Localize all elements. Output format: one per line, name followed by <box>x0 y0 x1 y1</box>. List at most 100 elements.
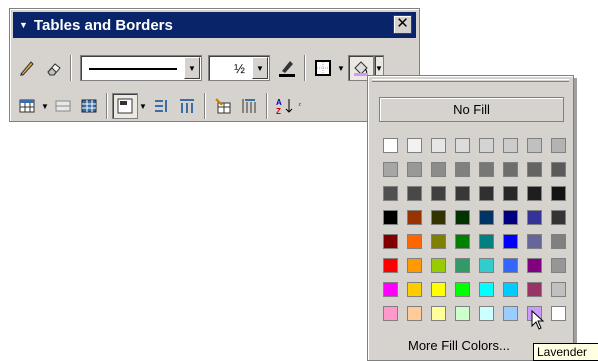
toolbar-separator <box>204 93 206 119</box>
color-swatch[interactable] <box>402 205 426 229</box>
color-swatch[interactable] <box>522 253 546 277</box>
color-swatch[interactable] <box>426 205 450 229</box>
color-swatch[interactable] <box>546 253 570 277</box>
color-swatch[interactable] <box>426 277 450 301</box>
color-swatch[interactable] <box>522 229 546 253</box>
color-swatch[interactable] <box>474 133 498 157</box>
color-swatch[interactable] <box>402 157 426 181</box>
distribute-rows-button[interactable] <box>148 93 174 119</box>
color-swatch-fill <box>454 137 470 153</box>
line-weight-dropdown-arrow-icon[interactable]: ▼ <box>252 57 268 79</box>
line-style-combo[interactable]: ▼ <box>80 55 202 81</box>
color-swatch[interactable] <box>450 277 474 301</box>
insert-table-button[interactable] <box>14 93 40 119</box>
color-swatch-fill <box>406 137 422 153</box>
color-swatch[interactable] <box>522 205 546 229</box>
color-swatch[interactable] <box>402 181 426 205</box>
color-swatch[interactable] <box>378 157 402 181</box>
color-swatch[interactable] <box>522 277 546 301</box>
eraser-button[interactable] <box>40 55 66 81</box>
color-swatch-fill <box>502 257 518 273</box>
color-swatch[interactable] <box>450 157 474 181</box>
color-swatch[interactable] <box>450 205 474 229</box>
more-fill-colors-button[interactable]: More Fill Colors... <box>408 338 510 353</box>
color-swatch[interactable] <box>402 301 426 325</box>
color-swatch[interactable] <box>522 157 546 181</box>
sort-ascending-button[interactable]: AZ <box>272 93 298 119</box>
color-swatch[interactable] <box>378 229 402 253</box>
color-swatch[interactable] <box>378 205 402 229</box>
color-swatch[interactable] <box>402 229 426 253</box>
color-swatch[interactable] <box>498 181 522 205</box>
color-swatch[interactable] <box>546 157 570 181</box>
draw-table-button[interactable] <box>14 55 40 81</box>
palette-drag-grip[interactable] <box>372 79 569 82</box>
color-swatch[interactable] <box>498 277 522 301</box>
autofit-button[interactable] <box>236 93 262 119</box>
toolbar-options-arrow-icon[interactable]: ▼ <box>19 20 28 30</box>
insert-table-dropdown-arrow-icon[interactable]: ▼ <box>40 102 50 111</box>
outside-border-button[interactable] <box>310 55 336 81</box>
color-swatch[interactable] <box>546 277 570 301</box>
color-swatch[interactable] <box>498 301 522 325</box>
color-swatch[interactable] <box>426 253 450 277</box>
color-swatch[interactable] <box>426 133 450 157</box>
color-swatch-fill <box>382 161 398 177</box>
align-button[interactable] <box>112 93 138 119</box>
color-swatch[interactable] <box>426 181 450 205</box>
color-swatch[interactable] <box>378 277 402 301</box>
color-swatch[interactable] <box>450 133 474 157</box>
color-swatch[interactable] <box>546 133 570 157</box>
color-swatch[interactable] <box>378 301 402 325</box>
toolbar-titlebar[interactable]: ▼ Tables and Borders ✕ <box>13 12 416 38</box>
table-autoformat-button[interactable] <box>210 93 236 119</box>
border-color-button[interactable] <box>274 55 300 81</box>
color-swatch[interactable] <box>498 229 522 253</box>
color-swatch[interactable] <box>450 181 474 205</box>
color-swatch[interactable] <box>474 157 498 181</box>
distribute-columns-button[interactable] <box>174 93 200 119</box>
color-swatch[interactable] <box>498 157 522 181</box>
line-style-dropdown-arrow-icon[interactable]: ▼ <box>184 57 200 79</box>
color-swatch[interactable] <box>378 133 402 157</box>
color-swatch[interactable] <box>450 229 474 253</box>
color-swatch[interactable] <box>450 301 474 325</box>
color-swatch[interactable] <box>498 205 522 229</box>
color-swatch-fill <box>382 185 398 201</box>
color-swatch[interactable] <box>474 253 498 277</box>
color-swatch[interactable] <box>378 253 402 277</box>
color-swatch[interactable] <box>498 253 522 277</box>
color-swatch[interactable] <box>498 133 522 157</box>
no-fill-button[interactable]: No Fill <box>379 97 564 122</box>
sort-descending-button[interactable]: Z <box>298 93 308 119</box>
color-swatch[interactable] <box>522 133 546 157</box>
color-swatch-fill <box>526 137 542 153</box>
merge-cells-button[interactable] <box>50 93 76 119</box>
color-swatch-fill <box>406 281 422 297</box>
color-swatch[interactable] <box>426 229 450 253</box>
align-dropdown-arrow-icon[interactable]: ▼ <box>138 102 148 111</box>
line-weight-combo[interactable]: ½ ▼ <box>208 55 270 81</box>
color-swatch[interactable] <box>426 157 450 181</box>
color-swatch[interactable] <box>474 229 498 253</box>
border-dropdown-arrow-icon[interactable]: ▼ <box>336 64 346 73</box>
color-swatch[interactable] <box>474 277 498 301</box>
color-swatch[interactable] <box>546 181 570 205</box>
color-swatch[interactable] <box>474 205 498 229</box>
color-swatch-fill <box>430 137 446 153</box>
color-swatch[interactable] <box>546 229 570 253</box>
close-button[interactable]: ✕ <box>393 15 412 34</box>
color-swatch[interactable] <box>546 205 570 229</box>
color-swatch[interactable] <box>546 301 570 325</box>
color-swatch[interactable] <box>522 181 546 205</box>
color-swatch[interactable] <box>474 301 498 325</box>
split-cells-button[interactable] <box>76 93 102 119</box>
color-swatch[interactable] <box>426 301 450 325</box>
color-swatch[interactable] <box>474 181 498 205</box>
color-swatch[interactable] <box>378 181 402 205</box>
color-swatch[interactable] <box>402 253 426 277</box>
toolbar-separator <box>106 93 108 119</box>
color-swatch[interactable] <box>402 133 426 157</box>
color-swatch[interactable] <box>402 277 426 301</box>
color-swatch[interactable] <box>450 253 474 277</box>
